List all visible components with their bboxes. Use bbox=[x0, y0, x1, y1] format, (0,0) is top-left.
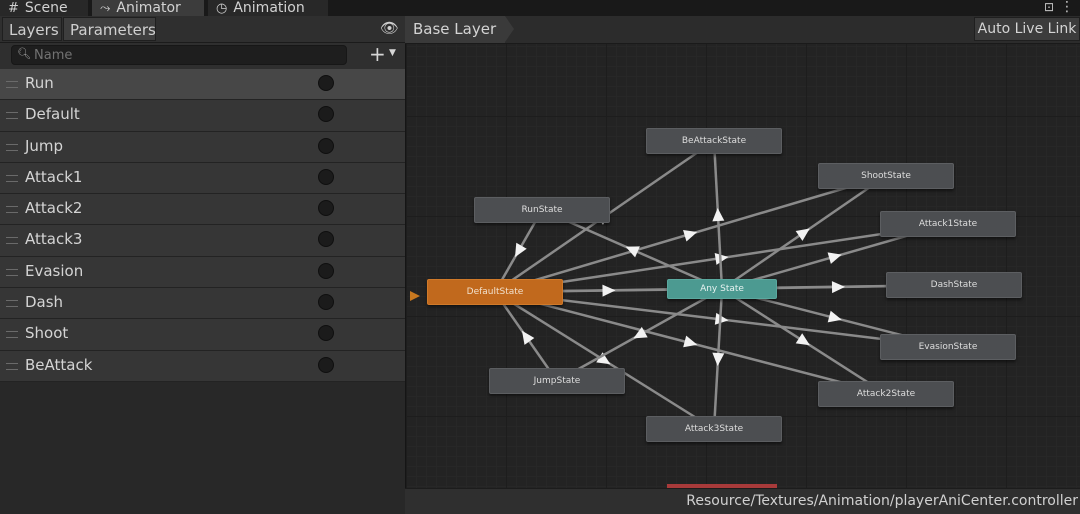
lock-icon[interactable]: ⊡ bbox=[1044, 0, 1054, 14]
controller-path: Resource/Textures/Animation/playerAniCen… bbox=[686, 493, 1078, 509]
bool-toggle[interactable] bbox=[318, 325, 334, 342]
add-parameter-button[interactable]: + bbox=[369, 43, 386, 65]
parameter-name[interactable]: BeAttack bbox=[25, 356, 92, 374]
parameter-row[interactable]: Attack2 bbox=[0, 194, 405, 226]
more-options-icon[interactable]: ⋮ bbox=[1060, 0, 1074, 15]
parameter-name[interactable]: Jump bbox=[25, 137, 63, 155]
parameter-name[interactable]: Default bbox=[25, 105, 80, 123]
search-icon: 🔍︎ bbox=[17, 47, 31, 60]
parameter-name[interactable]: Run bbox=[25, 74, 54, 92]
parameter-name[interactable]: Evasion bbox=[25, 262, 83, 280]
tab-animator-label: Animator bbox=[116, 0, 181, 16]
tab-animator[interactable]: ⤳ Animator bbox=[92, 0, 204, 16]
parameter-row[interactable]: Default bbox=[0, 100, 405, 132]
parameter-row[interactable]: Jump bbox=[0, 131, 405, 163]
bool-toggle[interactable] bbox=[318, 231, 334, 248]
parameter-row[interactable]: Evasion bbox=[0, 256, 405, 289]
bool-toggle[interactable] bbox=[318, 106, 334, 123]
parameters-panel: Layers Parameters 👁 🔍︎ + ▼ Run Default J… bbox=[0, 16, 405, 513]
auto-live-link-button[interactable]: Auto Live Link bbox=[974, 17, 1080, 41]
drag-handle-icon[interactable] bbox=[6, 268, 18, 276]
drag-handle-icon[interactable] bbox=[6, 174, 18, 182]
state-default[interactable]: DefaultState bbox=[427, 279, 563, 305]
search-input[interactable] bbox=[34, 47, 334, 63]
parameter-name[interactable]: Attack1 bbox=[25, 168, 82, 186]
state-dash[interactable]: DashState bbox=[886, 272, 1022, 298]
parameter-row[interactable]: BeAttack bbox=[0, 350, 405, 382]
state-attack3[interactable]: Attack3State bbox=[646, 416, 782, 442]
tab-scene-label: Scene bbox=[24, 0, 68, 16]
grid-icon: # bbox=[8, 0, 19, 16]
status-bar: Resource/Textures/Animation/playerAniCen… bbox=[405, 488, 1080, 514]
drag-handle-icon[interactable] bbox=[6, 81, 18, 88]
animator-icon: ⤳ bbox=[100, 0, 111, 16]
panel-tabs: Layers Parameters 👁 bbox=[0, 16, 405, 43]
entry-arrow-icon bbox=[410, 291, 420, 301]
breadcrumb-bar: Base Layer Auto Live Link bbox=[405, 16, 1080, 44]
parameter-name[interactable]: Shoot bbox=[25, 324, 68, 342]
parameter-name[interactable]: Dash bbox=[25, 293, 63, 311]
search-row: 🔍︎ + ▼ bbox=[0, 43, 405, 69]
bool-toggle[interactable] bbox=[318, 137, 334, 154]
state-attack1[interactable]: Attack1State bbox=[880, 211, 1016, 237]
eye-icon[interactable]: 👁 bbox=[380, 19, 399, 37]
editor-tab-bar: # Scene ⤳ Animator ◷ Animation ⊡ ⋮ bbox=[0, 0, 1080, 16]
bool-toggle[interactable] bbox=[318, 262, 334, 279]
bool-toggle[interactable] bbox=[318, 294, 334, 311]
chevron-down-icon[interactable]: ▼ bbox=[389, 48, 396, 58]
parameter-name[interactable]: Attack3 bbox=[25, 230, 82, 248]
search-field[interactable]: 🔍︎ bbox=[11, 45, 347, 65]
tab-animation-label: Animation bbox=[233, 0, 305, 16]
state-run[interactable]: RunState bbox=[474, 197, 610, 223]
drag-handle-icon[interactable] bbox=[6, 206, 18, 214]
state-jump[interactable]: JumpState bbox=[489, 368, 625, 394]
drag-handle-icon[interactable] bbox=[6, 143, 18, 151]
parameter-name[interactable]: Attack2 bbox=[25, 199, 82, 217]
breadcrumb-arrow bbox=[505, 16, 514, 42]
clock-icon: ◷ bbox=[216, 0, 228, 16]
bool-toggle[interactable] bbox=[318, 168, 334, 185]
state-be-attack[interactable]: BeAttackState bbox=[646, 128, 782, 154]
state-any[interactable]: Any State bbox=[667, 279, 777, 299]
state-shoot[interactable]: ShootState bbox=[818, 163, 954, 189]
breadcrumb[interactable]: Base Layer bbox=[405, 16, 505, 43]
tab-layers[interactable]: Layers bbox=[2, 17, 62, 41]
bool-toggle[interactable] bbox=[318, 356, 334, 373]
parameter-row[interactable]: Run bbox=[0, 69, 405, 101]
drag-handle-icon[interactable] bbox=[6, 331, 18, 339]
parameter-list: Run Default Jump Attack1 Attack2 Attack3 bbox=[0, 69, 405, 382]
drag-handle-icon[interactable] bbox=[6, 237, 18, 245]
drag-handle-icon[interactable] bbox=[6, 362, 18, 370]
parameter-row[interactable]: Attack3 bbox=[0, 225, 405, 257]
bool-toggle[interactable] bbox=[318, 200, 334, 217]
parameter-row[interactable]: Dash bbox=[0, 288, 405, 320]
state-attack2[interactable]: Attack2State bbox=[818, 381, 954, 407]
tab-parameters[interactable]: Parameters bbox=[63, 17, 156, 41]
drag-handle-icon[interactable] bbox=[6, 112, 18, 120]
state-evasion[interactable]: EvasionState bbox=[880, 334, 1016, 360]
parameter-row[interactable]: Attack1 bbox=[0, 162, 405, 195]
tab-scene[interactable]: # Scene bbox=[0, 0, 88, 16]
tab-animation[interactable]: ◷ Animation bbox=[208, 0, 328, 16]
bool-toggle[interactable] bbox=[318, 75, 334, 91]
drag-handle-icon[interactable] bbox=[6, 300, 18, 308]
parameter-row[interactable]: Shoot bbox=[0, 319, 405, 351]
